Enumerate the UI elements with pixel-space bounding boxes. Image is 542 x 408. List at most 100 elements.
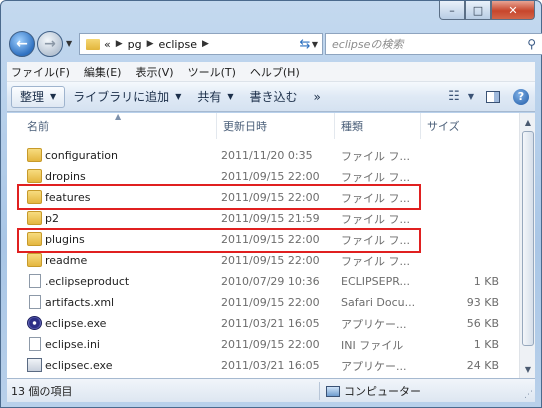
add-to-library-button[interactable]: ライブラリに追加 ▼ [65, 86, 189, 108]
computer-icon [326, 385, 340, 397]
file-name: .eclipseproduct [45, 275, 130, 288]
file-list: ▲ 名前 更新日時 種類 サイズ configuration 2011/11/20… [7, 112, 535, 378]
explorer-window: – □ ✕ ← → ▼ « ▶ pg ▶ eclipse ▶ ▼ ⇆ eclip… [0, 0, 542, 408]
chevron-down-icon: ▼ [227, 92, 234, 101]
file-row-eclipse-exe[interactable]: eclipse.exe 2011/03/21 16:05 アプリケー... 56 KB [7, 313, 519, 334]
file-row-dropins[interactable]: dropins 2011/09/15 22:00 ファイル フ... [7, 166, 519, 187]
preview-pane-icon [486, 90, 500, 103]
item-count: 13 個の項目 [11, 384, 73, 398]
scrollbar-thumb[interactable] [522, 131, 534, 346]
file-name: eclipsec.exe [45, 359, 113, 372]
location-zone: コンピューター [319, 382, 421, 400]
file-row-plugins[interactable]: plugins 2011/09/15 22:00 ファイル フ... [7, 229, 519, 250]
file-row-artifacts-xml[interactable]: artifacts.xml 2011/09/15 22:00 Safari Docu… [7, 292, 519, 313]
address-bar[interactable]: « ▶ pg ▶ eclipse ▶ ▼ [79, 33, 323, 55]
scroll-down-icon[interactable]: ▼ [521, 361, 535, 377]
file-row-eclipse-ini[interactable]: eclipse.ini 2011/09/15 22:00 INI ファイル 1 KB [7, 334, 519, 355]
share-button[interactable]: 共有 ▼ [189, 86, 241, 108]
ini-file-icon [29, 337, 41, 351]
file-size: 93 KB [466, 296, 499, 309]
search-input[interactable]: eclipseの検索 ⚲ [325, 33, 542, 55]
file-type: Safari Docu... [341, 296, 416, 309]
console-app-icon [27, 358, 42, 372]
chevron-down-icon: ▼ [50, 92, 57, 101]
share-label: 共有 [197, 90, 222, 104]
file-type: INI ファイル [341, 338, 404, 352]
folder-icon [27, 190, 42, 204]
menu-help[interactable]: ヘルプ(H) [250, 64, 300, 80]
burn-button[interactable]: 書き込む [242, 86, 306, 108]
preview-pane-button[interactable] [482, 86, 504, 108]
column-type[interactable]: 種類 [335, 113, 421, 139]
breadcrumb-eclipse[interactable]: eclipse [159, 38, 197, 51]
menu-bar: ファイル(F) 編集(E) 表示(V) ツール(T) ヘルプ(H) [7, 62, 535, 82]
file-date: 2011/09/15 22:00 [221, 338, 320, 351]
file-date: 2011/09/15 22:00 [221, 191, 320, 204]
file-date: 2011/03/21 16:05 [221, 359, 320, 372]
search-placeholder: eclipseの検索 [332, 38, 404, 51]
close-button[interactable]: ✕ [491, 1, 535, 20]
file-row-readme[interactable]: readme 2011/09/15 22:00 ファイル フ... [7, 250, 519, 271]
file-row-configuration[interactable]: configuration 2011/11/20 0:35 ファイル フ... [7, 145, 519, 166]
menu-file[interactable]: ファイル(F) [11, 64, 70, 80]
xml-file-icon [29, 295, 41, 309]
back-arrow-icon[interactable]: ← [9, 31, 35, 57]
status-bar: 13 個の項目 コンピューター ⋰ [7, 378, 535, 402]
menu-view[interactable]: 表示(V) [135, 64, 173, 80]
column-date[interactable]: 更新日時 [217, 113, 335, 139]
menu-edit[interactable]: 編集(E) [84, 64, 122, 80]
file-date: 2011/09/15 22:00 [221, 233, 320, 246]
column-size[interactable]: サイズ [421, 113, 511, 139]
view-options-icon[interactable]: ☷ [443, 86, 465, 108]
scroll-up-icon[interactable]: ▲ [521, 114, 535, 130]
maximize-button[interactable]: □ [465, 1, 491, 20]
file-name: dropins [45, 170, 86, 183]
folder-icon [27, 148, 42, 162]
file-row-eclipseproduct[interactable]: .eclipseproduct 2010/07/29 10:36 ECLIPSEPR… [7, 271, 519, 292]
file-date: 2011/09/15 22:00 [221, 296, 320, 309]
file-name: eclipse.exe [45, 317, 107, 330]
file-name: artifacts.xml [45, 296, 115, 309]
chevron-right-icon[interactable]: ▶ [116, 39, 123, 49]
resize-grip-icon[interactable]: ⋰ [524, 390, 533, 400]
file-row-p2[interactable]: p2 2011/09/15 21:59 ファイル フ... [7, 208, 519, 229]
chevron-right-icon[interactable]: ▶ [202, 39, 209, 49]
organize-button[interactable]: 整理 ▼ [11, 85, 66, 108]
file-size: 56 KB [466, 317, 499, 330]
file-row-eclipsec-exe[interactable]: eclipsec.exe 2011/03/21 16:05 アプリケー... 24 K… [7, 355, 519, 376]
breadcrumb-pg[interactable]: pg [128, 38, 142, 51]
file-type: ファイル フ... [341, 254, 410, 268]
menu-tools[interactable]: ツール(T) [188, 64, 236, 80]
recent-pages-dropdown-icon[interactable]: ▼ [66, 39, 72, 48]
search-icon[interactable]: ⚲ [527, 37, 536, 51]
location-label: コンピューター [344, 385, 421, 398]
file-icon [29, 274, 41, 288]
file-name: configuration [45, 149, 118, 162]
file-type: アプリケー... [341, 359, 407, 373]
forward-arrow-icon[interactable]: → [37, 31, 63, 57]
file-date: 2011/09/15 21:59 [221, 212, 320, 225]
file-size: 1 KB [473, 338, 499, 351]
file-date: 2011/03/21 16:05 [221, 317, 320, 330]
caption-buttons: – □ ✕ [439, 1, 535, 21]
file-type: ファイル フ... [341, 191, 410, 205]
navigation-bar: ← → ▼ « ▶ pg ▶ eclipse ▶ ▼ ⇆ eclipseの検索 … [7, 27, 542, 59]
file-row-features[interactable]: features 2011/09/15 22:00 ファイル フ... [7, 187, 519, 208]
folder-icon [27, 169, 42, 183]
refresh-icon[interactable]: ⇆ [290, 33, 320, 55]
chevron-right-icon[interactable]: ▶ [147, 39, 154, 49]
address-overflow[interactable]: « [104, 38, 111, 51]
file-type: ファイル フ... [341, 149, 410, 163]
folder-icon [86, 38, 100, 50]
view-dropdown-icon[interactable]: ▼ [466, 86, 476, 108]
file-date: 2010/07/29 10:36 [221, 275, 320, 288]
more-commands-button[interactable]: » [306, 86, 329, 108]
vertical-scrollbar[interactable]: ▲ ▼ [519, 113, 535, 378]
file-date: 2011/09/15 22:00 [221, 170, 320, 183]
help-button[interactable]: ? [510, 86, 532, 108]
file-name: eclipse.ini [45, 338, 100, 351]
add-to-library-label: ライブラリに追加 [73, 90, 170, 104]
file-type: アプリケー... [341, 317, 407, 331]
minimize-button[interactable]: – [439, 1, 465, 20]
column-name[interactable]: 名前 [21, 113, 217, 139]
